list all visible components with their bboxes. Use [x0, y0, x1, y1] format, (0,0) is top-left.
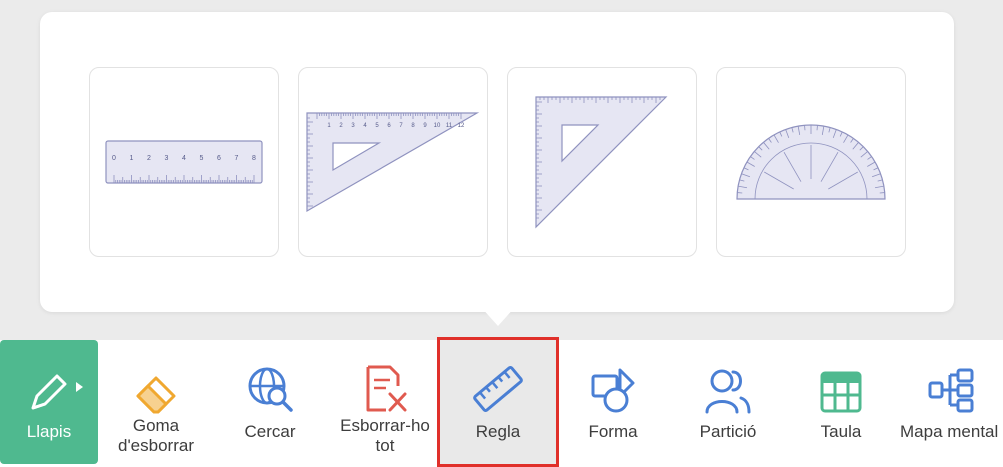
table-label: Taula	[820, 422, 862, 441]
bottom-toolbar: Llapis Goma d'esborrar Cercar Esborrar-h…	[0, 340, 1003, 467]
set-square-30-option[interactable]: 1 2 3 4 5 6 7 8 9 10 11 12	[298, 67, 488, 257]
eraser-tool-button[interactable]: Goma d'esborrar	[108, 340, 204, 464]
ruler-label: Regla	[475, 422, 521, 441]
mind-map-icon	[898, 352, 1003, 414]
search-tool-button[interactable]: Cercar	[222, 340, 318, 464]
users-icon	[705, 352, 751, 414]
shape-label: Forma	[588, 422, 638, 441]
shape-icon	[590, 352, 636, 414]
straight-ruler-icon: 0 1 2 3 4 5 6 7 8	[105, 140, 263, 184]
eraser-label: Goma d'esborrar	[117, 416, 194, 455]
clear-all-icon	[362, 352, 408, 414]
set-square-30-tick-label: 12	[458, 123, 465, 129]
partition-label: Partició	[699, 422, 757, 441]
ruler-picker-popup: 012345678 1 2 3 4 5 6 7 8 9 10 11 12	[40, 12, 954, 312]
pencil-label: Llapis	[26, 422, 72, 441]
straight-ruler-tick-label: 3	[165, 155, 169, 162]
straight-ruler-tick-label: 2	[147, 155, 151, 162]
set-square-45-icon	[535, 96, 668, 229]
search-globe-icon	[245, 352, 295, 414]
clear-all-label: Esborrar-ho tot	[340, 416, 430, 455]
table-icon	[819, 352, 863, 414]
set-square-30-tick-label: 10	[434, 123, 441, 129]
popup-pointer	[480, 306, 516, 326]
ruler-icon	[472, 352, 524, 414]
straight-ruler-tick-label: 8	[252, 155, 256, 162]
clear-all-tool-button[interactable]: Esborrar-ho tot	[332, 340, 438, 464]
partition-tool-button[interactable]: Partició	[680, 340, 776, 464]
straight-ruler-tick-label: 5	[200, 155, 204, 162]
straight-ruler-tick-label: 1	[130, 155, 134, 162]
protractor-option[interactable]	[716, 67, 906, 257]
set-square-30-tick-label: 11	[446, 123, 453, 129]
pencil-icon	[27, 352, 71, 414]
eraser-icon	[134, 352, 178, 414]
straight-ruler-option[interactable]: 0 1 2 3 4 5 6 7 8	[89, 67, 279, 257]
table-tool-button[interactable]: Taula	[794, 340, 888, 464]
set-square-30-icon: 1 2 3 4 5 6 7 8 9 10 11 12	[306, 112, 480, 213]
straight-ruler-tick-label: 7	[235, 155, 239, 162]
set-square-45-option[interactable]	[507, 67, 697, 257]
mind-map-label: Mapa mental	[900, 422, 999, 441]
expand-arrow-icon[interactable]	[76, 382, 83, 392]
straight-ruler-tick-label: 4	[182, 155, 186, 162]
shape-tool-button[interactable]: Forma	[566, 340, 660, 464]
straight-ruler-tick-label: 6	[217, 155, 221, 162]
ruler-tool-button[interactable]: Regla	[440, 340, 556, 464]
mind-map-tool-button[interactable]: Mapa mental	[898, 340, 1003, 464]
straight-ruler-tick-label: 0	[112, 155, 116, 162]
search-label: Cercar	[244, 422, 296, 441]
pencil-tool-button[interactable]: Llapis	[0, 340, 98, 464]
protractor-icon	[736, 124, 886, 200]
